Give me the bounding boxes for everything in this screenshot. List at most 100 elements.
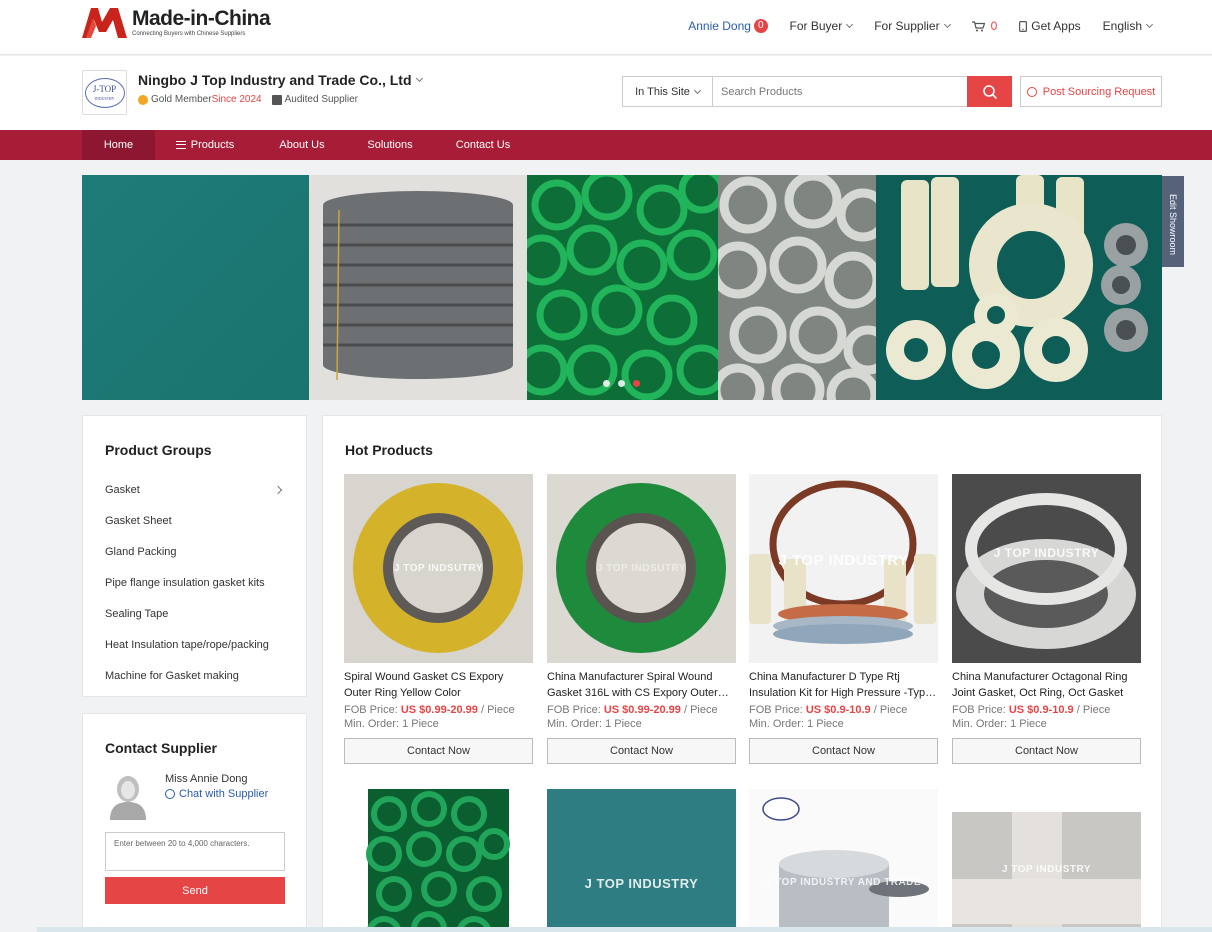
logo-mark-icon [82, 4, 128, 40]
product-image[interactable]: J TOP INDUSTRY [749, 474, 938, 663]
made-in-china-logo[interactable]: Made-in-China Connecting Buyers with Chi… [82, 4, 271, 44]
group-item-gasket[interactable]: Gasket [105, 474, 285, 505]
min-order: Min. Order: 1 Piece [344, 718, 533, 730]
avatar [108, 774, 148, 820]
post-sourcing-request-button[interactable]: Post Sourcing Request [1020, 76, 1162, 107]
nav-contact-us[interactable]: Contact Us [450, 130, 516, 160]
product-watermark: J TOP INDSUTRY [596, 563, 687, 574]
message-count-badge: 0 [753, 19, 768, 33]
for-buyer-label: For Buyer [789, 19, 843, 33]
for-supplier-menu[interactable]: For Supplier [874, 19, 951, 33]
brand-tagline: Connecting Buyers with Chinese Suppliers [132, 31, 246, 37]
banner-dot-2[interactable] [618, 380, 625, 387]
group-item-gland-packing[interactable]: Gland Packing [105, 536, 285, 567]
product-watermark: J TOP INDUSTRY [1001, 864, 1092, 875]
chat-icon [165, 789, 175, 799]
nav-home[interactable]: Home [82, 130, 155, 160]
cart-link[interactable]: 0 [971, 19, 998, 33]
contact-supplier-panel: Contact Supplier Miss Annie Dong Chat wi… [82, 713, 307, 932]
product-image[interactable]: J TOP INDSUTRY [547, 474, 736, 663]
hot-products-title: Hot Products [345, 442, 433, 458]
company-logo[interactable]: J-TOP INDUSTRY [82, 70, 127, 115]
for-buyer-menu[interactable]: For Buyer [789, 19, 854, 33]
banner-panel-green-orings [527, 175, 718, 400]
product-groups-title: Product Groups [105, 442, 212, 458]
banner-panel-white-rings [718, 175, 876, 400]
product-image[interactable]: J TOP INDSUTRY [344, 474, 533, 663]
group-item-insulation-kits[interactable]: Pipe flange insulation gasket kits [105, 567, 285, 598]
product-card: J TOP INDUSTRY AND TRADE [749, 789, 938, 932]
contact-supplier-title: Contact Supplier [105, 740, 218, 756]
group-item-label: Gasket Sheet [105, 514, 172, 527]
message-input[interactable] [105, 832, 285, 871]
product-price: FOB Price: US $0.99-20.99 / Piece [344, 704, 533, 716]
bottom-scroll-strip [37, 927, 1212, 932]
contact-now-button[interactable]: Contact Now [952, 738, 1141, 764]
price-unit: / Piece [477, 704, 515, 716]
user-menu[interactable]: Annie Dong 0 [688, 19, 768, 33]
banner-dot-3[interactable] [633, 380, 640, 387]
search-scope-select[interactable]: In This Site [623, 77, 713, 106]
contact-name: Miss Annie Dong [165, 773, 248, 785]
language-label: English [1102, 19, 1142, 33]
contact-now-button[interactable]: Contact Now [547, 738, 736, 764]
company-name[interactable]: Ningbo J Top Industry and Trade Co., Ltd [138, 72, 423, 88]
price-unit: / Piece [680, 704, 718, 716]
product-name[interactable]: Spiral Wound Gasket CS Expory Outer Ring… [344, 669, 533, 701]
member-since: Since 2024 [211, 94, 262, 105]
product-name[interactable]: China Manufacturer Octagonal Ring Joint … [952, 669, 1141, 701]
gold-member-label: Gold Member [151, 94, 212, 105]
audited-supplier-icon [271, 94, 282, 105]
product-image[interactable]: J TOP INDUSTRY AND TRADE [749, 789, 938, 932]
chat-with-supplier-link[interactable]: Chat with Supplier [165, 788, 268, 800]
top-links: Annie Dong 0 For Buyer For Supplier 0 Get… [666, 19, 1154, 33]
banner-dot-1[interactable] [603, 380, 610, 387]
price-unit: / Piece [1073, 704, 1111, 716]
group-item-gasket-sheet[interactable]: Gasket Sheet [105, 505, 285, 536]
contact-now-button[interactable]: Contact Now [749, 738, 938, 764]
menu-icon [175, 141, 186, 149]
chevron-right-icon [273, 485, 283, 494]
search-input[interactable] [713, 77, 967, 106]
price-label: FOB Price: [749, 704, 806, 716]
cart-count: 0 [990, 19, 998, 33]
group-item-label: Heat Insulation tape/rope/packing [105, 638, 269, 651]
min-order-label: Min. Order: [547, 718, 606, 730]
min-order: Min. Order: 1 Piece [952, 718, 1141, 730]
product-image[interactable]: J TOP INDUSTRY [952, 789, 1141, 932]
user-name[interactable]: Annie Dong [688, 19, 751, 33]
group-item-gasket-machine[interactable]: Machine for Gasket making [105, 660, 285, 691]
language-selector[interactable]: English [1102, 19, 1154, 33]
banner-panel-gland-packing [309, 175, 527, 400]
product-image[interactable]: J TOP INDUSTRY [952, 474, 1141, 663]
gold-member-icon [138, 94, 148, 105]
search-icon [982, 84, 997, 99]
price-value: US $0.9-10.9 [805, 704, 871, 716]
nav-products[interactable]: Products [170, 130, 240, 160]
get-apps-link[interactable]: Get Apps [1019, 19, 1081, 33]
search-button[interactable] [967, 76, 1012, 107]
banner-pagination [603, 380, 648, 387]
product-watermark: J TOP INDUSTRY AND TRADE [765, 877, 922, 888]
product-image[interactable] [344, 789, 533, 932]
min-order-label: Min. Order: [749, 718, 808, 730]
edit-showroom-tab[interactable]: Edit Showroom [1162, 176, 1184, 267]
contact-now-button[interactable]: Contact Now [344, 738, 533, 764]
company-name-text: Ningbo J Top Industry and Trade Co., Ltd [138, 72, 412, 88]
hot-products-panel: Hot Products J TOP INDSUTRY Spiral Wound… [322, 415, 1162, 932]
company-logo-text: J-TOP [92, 83, 117, 94]
group-item-heat-insulation[interactable]: Heat Insulation tape/rope/packing [105, 629, 285, 660]
nav-about-us[interactable]: About Us [272, 130, 332, 160]
group-item-label: Gland Packing [105, 545, 177, 558]
get-apps-label: Get Apps [1031, 19, 1081, 33]
send-button[interactable]: Send [105, 877, 285, 904]
nav-solutions[interactable]: Solutions [360, 130, 420, 160]
product-groups-list: Gasket Gasket Sheet Gland Packing Pipe f… [105, 474, 285, 691]
product-image[interactable]: J TOP INDUSTRY [547, 789, 736, 932]
audited-supplier-label: Audited Supplier [284, 94, 359, 105]
product-name[interactable]: China Manufacturer D Type Rtj Insulation… [749, 669, 938, 701]
group-item-sealing-tape[interactable]: Sealing Tape [105, 598, 285, 629]
hero-banner[interactable] [82, 175, 1162, 400]
product-name[interactable]: China Manufacturer Spiral Wound Gasket 3… [547, 669, 736, 701]
product-card: J TOP INDUSTRY [547, 789, 736, 932]
